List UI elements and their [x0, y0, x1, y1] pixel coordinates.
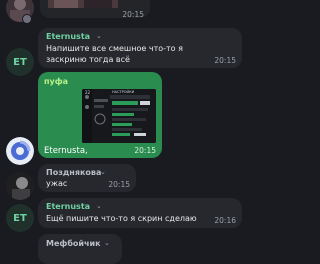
- message-bubble[interactable]: Eternusta ⌄ Напишите все смешное что-то …: [38, 28, 242, 68]
- message-text-line: заскриню тогда всё: [46, 55, 130, 64]
- message-text: Ещё пишите что-то я скрин сделаю: [46, 214, 197, 223]
- avatar-initials: ET: [13, 212, 27, 224]
- avatar[interactable]: ET: [6, 204, 34, 232]
- status-badge: [22, 14, 32, 24]
- message-bubble[interactable]: Позднякова ⌄ ужас 20:15: [38, 164, 136, 192]
- chevron-down-icon[interactable]: ⌄: [96, 32, 102, 40]
- message-bubble[interactable]: Eternusta ⌄ Ещё пишите что-то я скрин сд…: [38, 198, 242, 228]
- swirl-logo-icon: [6, 137, 34, 165]
- message-time: 20:15: [214, 56, 236, 65]
- message-text-line: Напишите все смешное что-то я: [46, 44, 183, 53]
- chevron-down-icon[interactable]: ⌄: [100, 168, 106, 176]
- avatar-initials: ET: [13, 56, 27, 68]
- message-bubble[interactable]: 20:15: [40, 0, 150, 19]
- author-name[interactable]: Eternusta: [46, 32, 90, 41]
- screenshot-image[interactable]: 22 НАСТРОЙКИ: [82, 89, 156, 143]
- photo-preview: [48, 0, 118, 8]
- message-bubble[interactable]: Мефбойчик ⌄: [38, 234, 122, 264]
- profile-photo: [6, 172, 34, 200]
- chevron-down-icon[interactable]: ⌄: [104, 239, 110, 247]
- photo-caption: Eternusta,: [44, 146, 88, 156]
- author-name[interactable]: Мефбойчик: [46, 239, 101, 248]
- message-time: 20:15: [134, 146, 156, 155]
- photo-message-bubble[interactable]: пуфа 22 НАСТРОЙКИ Eternusta, 20:15: [38, 72, 162, 158]
- author-name[interactable]: Позднякова: [46, 168, 101, 177]
- author-name[interactable]: пуфа: [44, 77, 68, 86]
- screenshot-label: 22: [85, 90, 91, 95]
- avatar[interactable]: ET: [6, 48, 34, 76]
- message-time: 20:15: [122, 10, 144, 19]
- avatar[interactable]: [6, 172, 34, 200]
- message-text: ужас: [46, 179, 68, 188]
- message-time: 20:15: [108, 180, 130, 189]
- chevron-down-icon[interactable]: ⌄: [96, 202, 102, 210]
- avatar[interactable]: [6, 137, 34, 165]
- author-name[interactable]: Eternusta: [46, 202, 90, 211]
- screenshot-label: НАСТРОЙКИ: [112, 90, 135, 94]
- screenshot-content: [82, 89, 156, 143]
- message-time: 20:16: [214, 216, 236, 225]
